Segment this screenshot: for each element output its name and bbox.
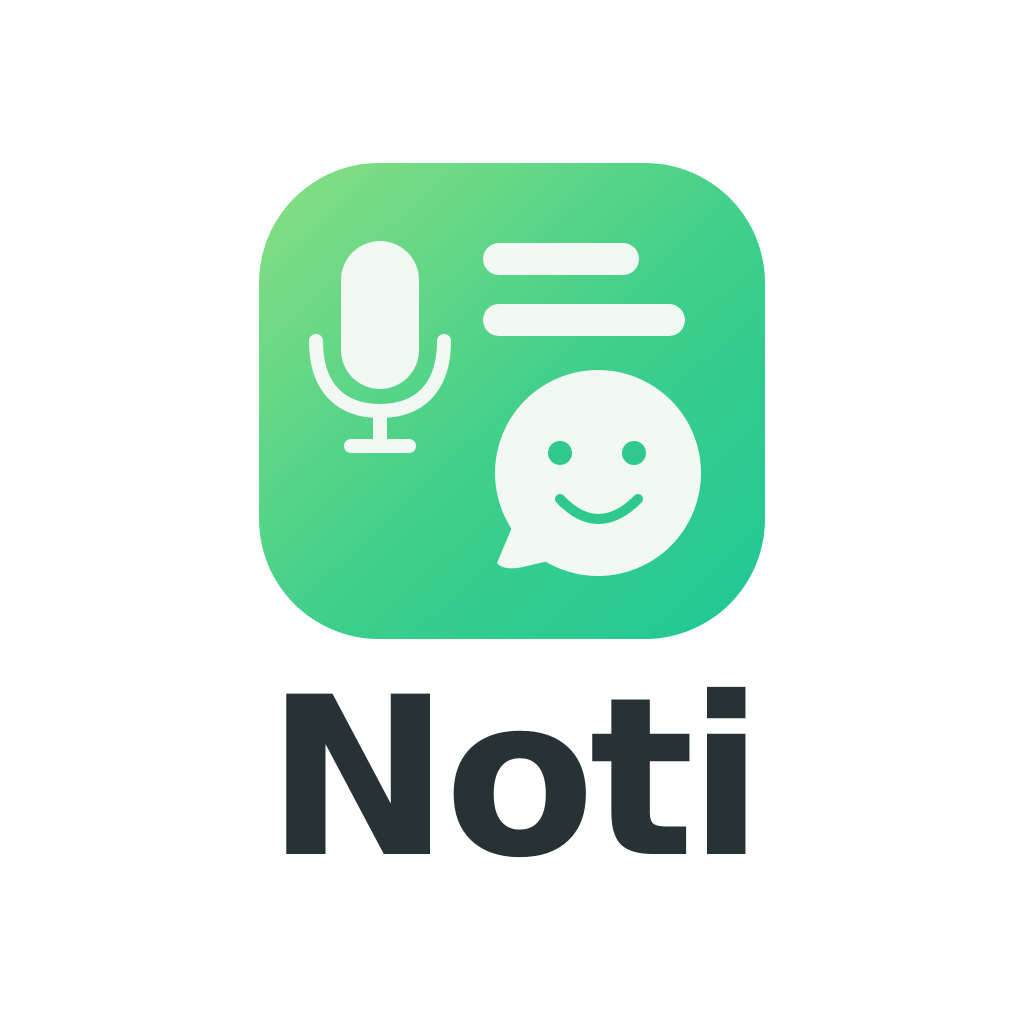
smiley-chat-bubble-icon bbox=[495, 370, 701, 576]
app-icon bbox=[259, 163, 765, 639]
app-name: Noti bbox=[266, 650, 764, 906]
